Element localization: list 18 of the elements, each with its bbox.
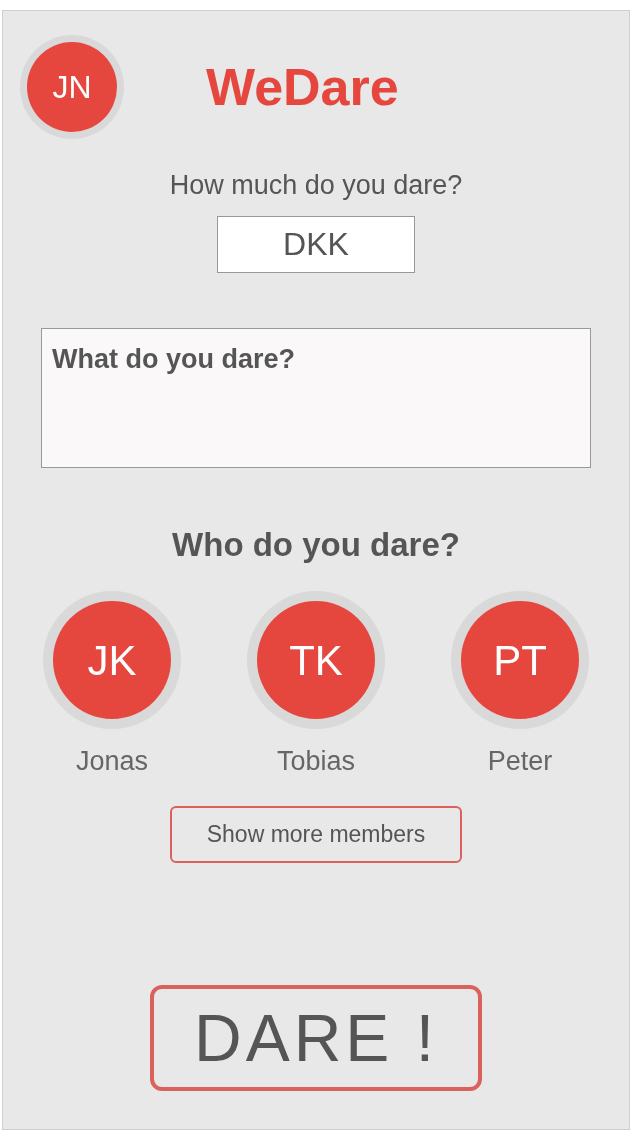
- member-name: Jonas: [75, 745, 149, 778]
- avatar-initials: PT: [493, 635, 547, 686]
- avatar[interactable]: TK: [247, 591, 385, 729]
- member-name: Peter: [487, 745, 553, 778]
- members-heading: Who do you dare?: [172, 524, 460, 565]
- avatar[interactable]: PT: [451, 591, 589, 729]
- app-title: WeDare: [206, 57, 399, 118]
- show-more-button[interactable]: Show more members: [170, 805, 462, 863]
- dare-button[interactable]: DARE !: [150, 984, 482, 1091]
- avatar-initials: JK: [87, 635, 137, 686]
- amount-label: How much do you dare?: [169, 169, 463, 202]
- avatar-initials: TK: [289, 635, 343, 686]
- avatar-initials: JN: [52, 68, 92, 107]
- member-name: Tobias: [276, 745, 355, 778]
- dare-field[interactable]: What do you dare?: [41, 327, 591, 468]
- avatar[interactable]: JN: [20, 35, 124, 139]
- avatar[interactable]: JK: [43, 591, 181, 729]
- amount-field[interactable]: DKK: [217, 215, 415, 273]
